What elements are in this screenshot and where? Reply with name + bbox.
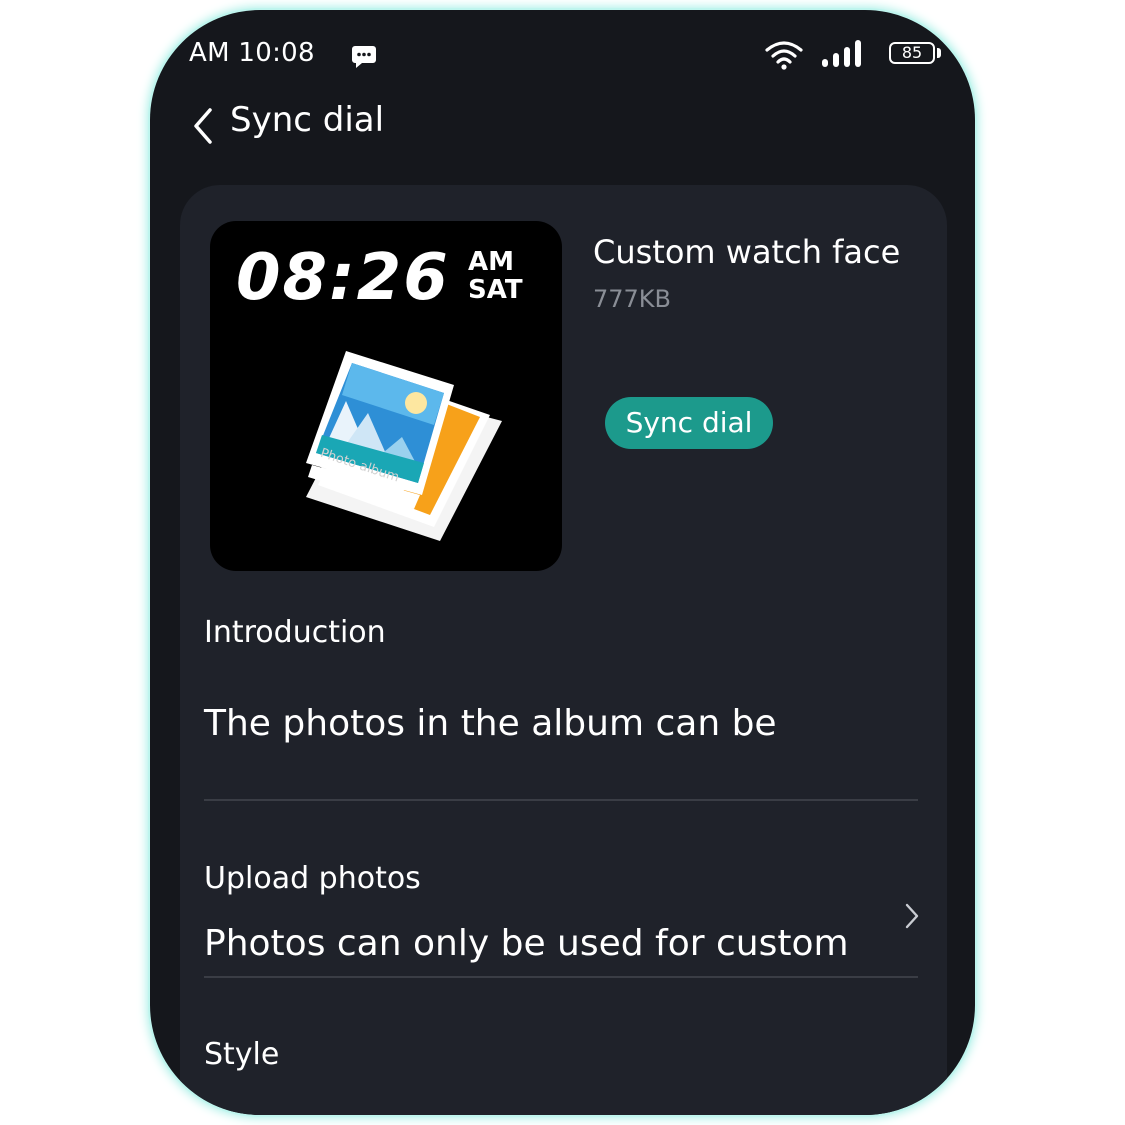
watch-face-preview: 08:26 AM SAT Photo album xyxy=(210,221,562,571)
style-heading: Style xyxy=(204,1037,280,1072)
wifi-icon xyxy=(765,41,803,70)
divider xyxy=(204,976,918,978)
chevron-left-icon[interactable] xyxy=(186,98,226,154)
chevron-right-icon xyxy=(905,903,919,929)
upload-photos-title: Upload photos xyxy=(204,861,421,896)
watch-day: SAT xyxy=(468,275,523,305)
phone-frame: AM 10:08 85 Sync dial 08:26 AM SAT Photo… xyxy=(150,10,975,1115)
watch-time: 08:26 xyxy=(236,241,450,315)
divider xyxy=(204,799,918,801)
page-title: Sync dial xyxy=(230,100,385,140)
introduction-heading: Introduction xyxy=(204,615,386,650)
introduction-text: The photos in the album can be xyxy=(204,703,777,744)
dial-name: Custom watch face xyxy=(593,233,901,271)
battery-icon: 85 xyxy=(889,42,935,64)
sync-dial-button[interactable]: Sync dial xyxy=(605,397,773,449)
dial-size: 777KB xyxy=(593,285,672,313)
status-time: AM 10:08 xyxy=(189,38,315,68)
upload-photos-description: Photos can only be used for custom xyxy=(204,923,849,964)
battery-level: 85 xyxy=(901,43,923,62)
upload-photos-row[interactable]: Upload photos Photos can only be used fo… xyxy=(180,825,947,985)
status-bar: AM 10:08 85 xyxy=(150,10,975,100)
photo-album-icon: Photo album xyxy=(306,351,502,541)
watch-ampm: AM xyxy=(468,247,514,277)
dial-card: 08:26 AM SAT Photo album Custom watch fa… xyxy=(180,185,947,1115)
battery-tip xyxy=(937,48,941,58)
signal-icon xyxy=(822,40,861,67)
message-icon xyxy=(352,46,376,68)
